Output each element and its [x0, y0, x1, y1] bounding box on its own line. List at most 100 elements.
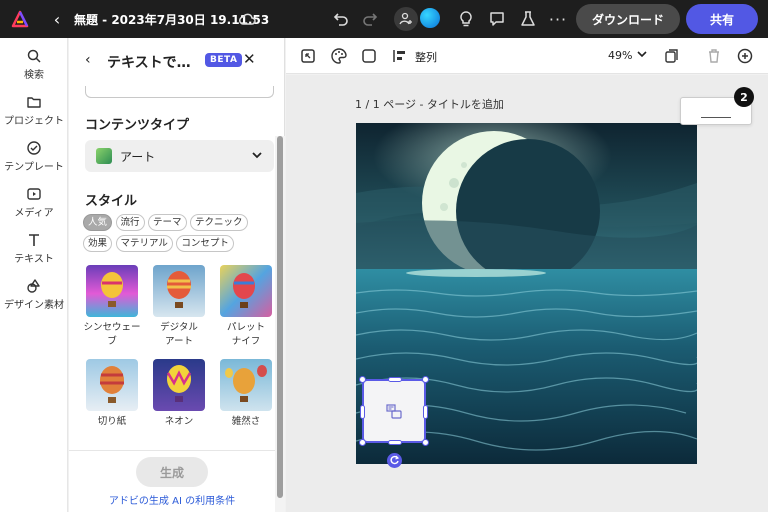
scrollbar-thumb[interactable]	[277, 136, 283, 498]
share-button[interactable]: 共有	[686, 4, 758, 34]
resize-handle[interactable]	[422, 439, 429, 446]
shapes-icon	[27, 279, 40, 293]
rail-label: プロジェクト	[4, 116, 64, 127]
undo-icon[interactable]	[331, 9, 351, 29]
style-name: シンセウェーブ	[83, 322, 141, 347]
tag-popular[interactable]: 人気	[83, 214, 113, 231]
style-name: パレット ナイフ	[226, 322, 265, 347]
folder-icon	[27, 97, 41, 108]
text-to-image-icon	[386, 404, 402, 419]
rail-label: メディア	[14, 208, 54, 219]
more-icon[interactable]: ···	[548, 9, 568, 29]
resize-handle[interactable]	[388, 377, 402, 382]
rail-item-templates[interactable]: テンプレート	[0, 140, 68, 173]
content-type-heading: コンテンツタイプ	[85, 118, 190, 133]
style-name: ネオン	[164, 416, 194, 427]
selected-text-element[interactable]	[359, 376, 429, 446]
tag-theme[interactable]: テーマ	[148, 214, 187, 231]
art-icon	[96, 148, 112, 164]
zoom-level[interactable]: 49%	[608, 49, 632, 62]
close-icon[interactable]: ✕	[243, 50, 256, 68]
chevron-down-icon[interactable]	[636, 48, 648, 60]
style-thumbnail	[220, 265, 272, 317]
avatar[interactable]	[418, 6, 442, 30]
style-card-neon[interactable]: ネオン	[148, 359, 210, 429]
resize-handle[interactable]	[360, 405, 365, 419]
style-card-clutter[interactable]: 雑然さ	[215, 359, 277, 429]
style-card-digital-art[interactable]: デジタル アート	[148, 265, 210, 349]
tag-concept[interactable]: コンセプト	[176, 235, 234, 252]
flask-icon[interactable]	[518, 9, 538, 29]
generate-button[interactable]: 生成	[136, 457, 208, 487]
download-button[interactable]: ダウンロード	[576, 4, 680, 34]
panel-footer: 生成 アドビの生成 AI の利用条件	[69, 450, 275, 512]
text-to-image-panel: ‹ テキストで… BETA ✕ コンテンツタイプ アート スタイル 人気 流行 …	[69, 38, 285, 512]
tag-trending[interactable]: 流行	[115, 214, 145, 231]
palette-icon[interactable]	[330, 47, 348, 65]
content-type-select[interactable]: アート	[85, 140, 274, 172]
redo-icon[interactable]	[360, 9, 380, 29]
rail-item-text[interactable]: テキスト	[0, 232, 68, 265]
resize-handle[interactable]	[359, 376, 366, 383]
invite-person-icon[interactable]	[394, 7, 418, 31]
comment-icon[interactable]	[487, 9, 507, 29]
rail-item-projects[interactable]: プロジェクト	[0, 94, 68, 127]
align-icon[interactable]	[391, 47, 409, 65]
rail-item-media[interactable]: メディア	[0, 186, 68, 219]
rail-label: テキスト	[14, 254, 54, 265]
duplicate-page-icon[interactable]	[663, 47, 681, 65]
resize-handle[interactable]	[422, 376, 429, 383]
square-icon[interactable]	[360, 47, 378, 65]
chevron-left-icon[interactable]: ‹	[85, 52, 91, 68]
style-filter-tags: 人気 流行 テーマ テクニック 効果 マテリアル コンセプト	[83, 214, 275, 256]
rail-label: デザイン素材	[4, 300, 64, 311]
style-card-synthwave[interactable]: シンセウェーブ	[81, 265, 143, 349]
canvas-area: 1 / 1 ページ - タイトルを追加 2	[286, 75, 768, 512]
style-thumbnail	[86, 359, 138, 411]
style-name: 切り紙	[97, 416, 127, 427]
rotate-icon[interactable]	[387, 453, 402, 468]
style-grid: シンセウェーブ デジタル アート パレット ナイフ 切り紙 ネオン 雑然さ	[81, 265, 277, 455]
style-card-kirigami[interactable]: 切り紙	[81, 359, 143, 429]
resize-handle[interactable]	[388, 440, 402, 445]
text-icon	[29, 234, 39, 246]
panel-header: ‹ テキストで… BETA ✕	[69, 38, 275, 86]
adobe-express-logo[interactable]	[10, 9, 30, 29]
rail-item-search[interactable]: 検索	[0, 48, 68, 81]
style-heading: スタイル	[85, 194, 138, 209]
tag-technique[interactable]: テクニック	[190, 214, 248, 231]
resize-handle[interactable]	[423, 405, 428, 419]
rail-label: テンプレート	[4, 162, 64, 173]
canvas-toolbar: 整列 49%	[286, 38, 768, 74]
cloud-icon[interactable]	[238, 10, 256, 28]
resize-handle[interactable]	[359, 439, 366, 446]
trash-icon[interactable]	[705, 47, 723, 65]
tag-effect[interactable]: 効果	[83, 235, 113, 252]
prompt-field-edge[interactable]	[85, 86, 274, 98]
style-thumbnail	[86, 265, 138, 317]
media-icon	[27, 188, 41, 200]
rail-item-design-assets[interactable]: デザイン素材	[0, 278, 68, 311]
page-title[interactable]: 1 / 1 ページ - タイトルを追加	[355, 96, 504, 112]
template-icon	[27, 141, 41, 155]
beta-badge: BETA	[205, 53, 243, 67]
style-name: デジタル アート	[160, 322, 198, 347]
add-page-icon[interactable]	[736, 47, 754, 65]
chevron-left-icon[interactable]: ‹	[50, 9, 64, 29]
terms-link[interactable]: アドビの生成 AI の利用条件	[69, 492, 275, 507]
panel-scrollbar[interactable]	[275, 136, 285, 512]
align-label[interactable]: 整列	[415, 49, 437, 65]
panel-title: テキストで…	[107, 55, 191, 71]
style-name: 雑然さ	[231, 416, 261, 427]
style-thumbnail	[153, 265, 205, 317]
tag-material[interactable]: マテリアル	[115, 235, 173, 252]
left-rail: 検索 プロジェクト テンプレート メディア テキスト デザイン素材	[0, 38, 68, 512]
page-count-badge: 2	[734, 87, 754, 107]
chevron-down-icon	[252, 152, 262, 159]
rail-label: 検索	[24, 70, 44, 81]
style-card-palette-knife[interactable]: パレット ナイフ	[215, 265, 277, 349]
lightbulb-icon[interactable]	[456, 9, 476, 29]
page-thumbnail-line	[701, 117, 731, 118]
style-thumbnail	[220, 359, 272, 411]
resize-icon[interactable]	[299, 47, 317, 65]
